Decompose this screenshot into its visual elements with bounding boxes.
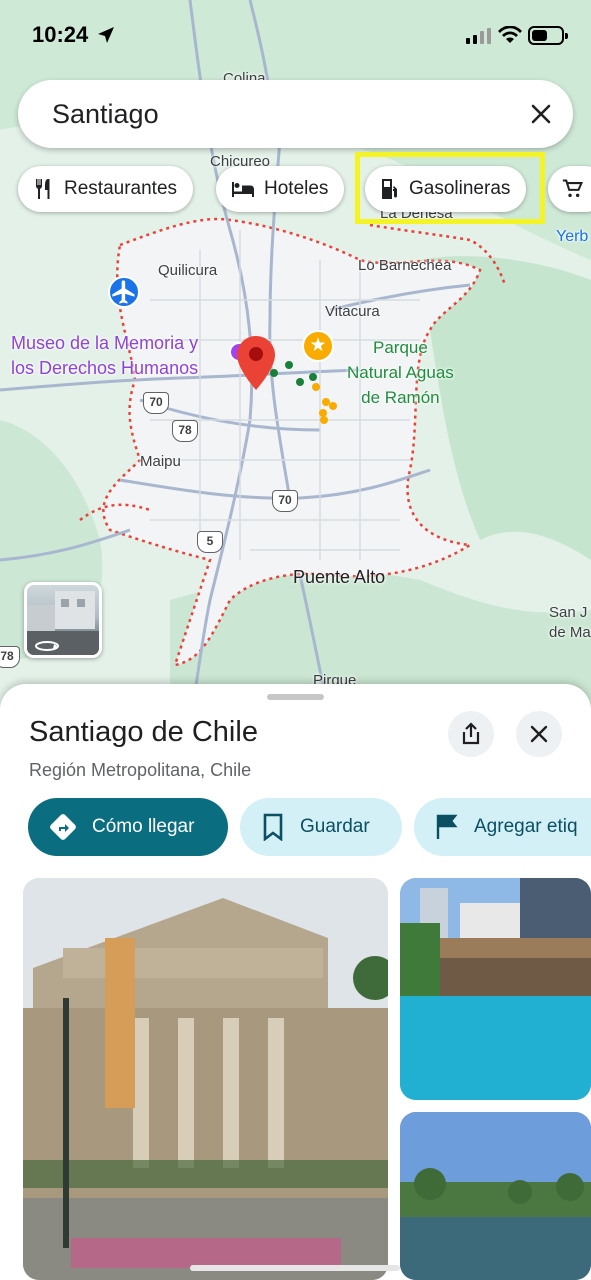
place-title: Santiago de Chile [29, 716, 258, 748]
map-label-maipu: Maipu [140, 453, 181, 470]
bookmark-icon [263, 813, 283, 841]
place-photo-museum[interactable] [23, 878, 388, 1280]
directions-icon [50, 814, 76, 840]
map-label-museo-line1: Museo de la Memoria y [11, 333, 199, 353]
airport-icon[interactable] [108, 276, 140, 308]
search-bar[interactable]: Santiago [18, 80, 573, 148]
route-shield: 78 [172, 420, 198, 442]
directions-label: Cómo llegar [92, 816, 195, 837]
chip-label: Hoteles [264, 178, 329, 199]
save-button[interactable]: Guardar [240, 798, 402, 856]
cellular-signal-icon [466, 28, 491, 44]
place-photo-lagoon[interactable] [400, 1112, 591, 1280]
map-label-puente-alto: Puente Alto [293, 567, 386, 587]
street-view-thumbnail[interactable] [24, 582, 102, 658]
place-subtitle: Región Metropolitana, Chile [29, 760, 252, 780]
fork-knife-icon [36, 179, 50, 199]
map-label-parque-line1: Parque [372, 338, 428, 357]
map-label-parque[interactable]: Parque Natural Aguas de Ramón [347, 335, 454, 410]
building-photo [23, 878, 388, 1280]
route-shield: 70 [272, 490, 298, 512]
map-label-san-jose-line2: de Ma [549, 624, 591, 641]
home-indicator[interactable] [190, 1265, 400, 1271]
close-sheet-button[interactable] [516, 711, 562, 757]
search-input[interactable]: Santiago [52, 99, 159, 130]
map-label-yerba: Yerb [556, 228, 589, 245]
highlight-box [355, 152, 545, 224]
route-shield: 70 [143, 392, 169, 414]
bed-icon [232, 182, 254, 197]
map-label-museo-line2: los Derechos Humanos [11, 358, 199, 378]
shopping-cart-icon [562, 179, 584, 198]
share-icon [462, 722, 480, 745]
chip-label: Restaurantes [64, 178, 178, 199]
map-label-lo-barnechea: Lo Barnechea [358, 257, 452, 274]
map-label-parque-line2: Natural Aguas [347, 363, 454, 382]
route-shield: 5 [197, 531, 223, 553]
chip-hoteles[interactable]: Hoteles [216, 166, 345, 212]
location-arrow-icon [98, 27, 114, 43]
map-label-san-jose: San J de Ma [549, 603, 591, 643]
map-label-vitacura: Vitacura [325, 303, 380, 320]
map-label-san-jose-line1: San J [549, 604, 588, 621]
route-shield: 78 [0, 646, 20, 668]
lagoon-photo [400, 1112, 591, 1280]
share-button[interactable] [448, 711, 494, 757]
battery-level [532, 30, 547, 41]
battery-icon [528, 26, 568, 45]
close-icon [530, 725, 548, 743]
starred-place-icon[interactable]: ★ [302, 330, 334, 362]
save-label: Guardar [300, 816, 370, 837]
pool-photo [400, 878, 591, 1100]
map-label-parque-line3: de Ramón [361, 388, 440, 407]
map-label-quilicura: Quilicura [158, 262, 218, 279]
place-photo-pool[interactable] [400, 878, 591, 1100]
flag-icon [436, 814, 458, 839]
chip-shopping[interactable] [548, 166, 591, 212]
chip-restaurantes[interactable]: Restaurantes [18, 166, 194, 212]
place-sheet[interactable]: Santiago de Chile Región Metropolitana, … [0, 684, 591, 1280]
clear-search-icon[interactable] [527, 100, 555, 128]
map-label-museo[interactable]: Museo de la Memoria y los Derechos Human… [11, 331, 198, 381]
sheet-drag-handle[interactable] [267, 694, 324, 700]
status-bar: 10:24 [0, 0, 591, 70]
add-label-label: Agregar etiq [474, 816, 578, 837]
wifi-icon [498, 26, 522, 43]
add-label-button[interactable]: Agregar etiq [414, 798, 591, 856]
status-time: 10:24 [32, 22, 89, 47]
directions-button[interactable]: Cómo llegar [28, 798, 228, 856]
